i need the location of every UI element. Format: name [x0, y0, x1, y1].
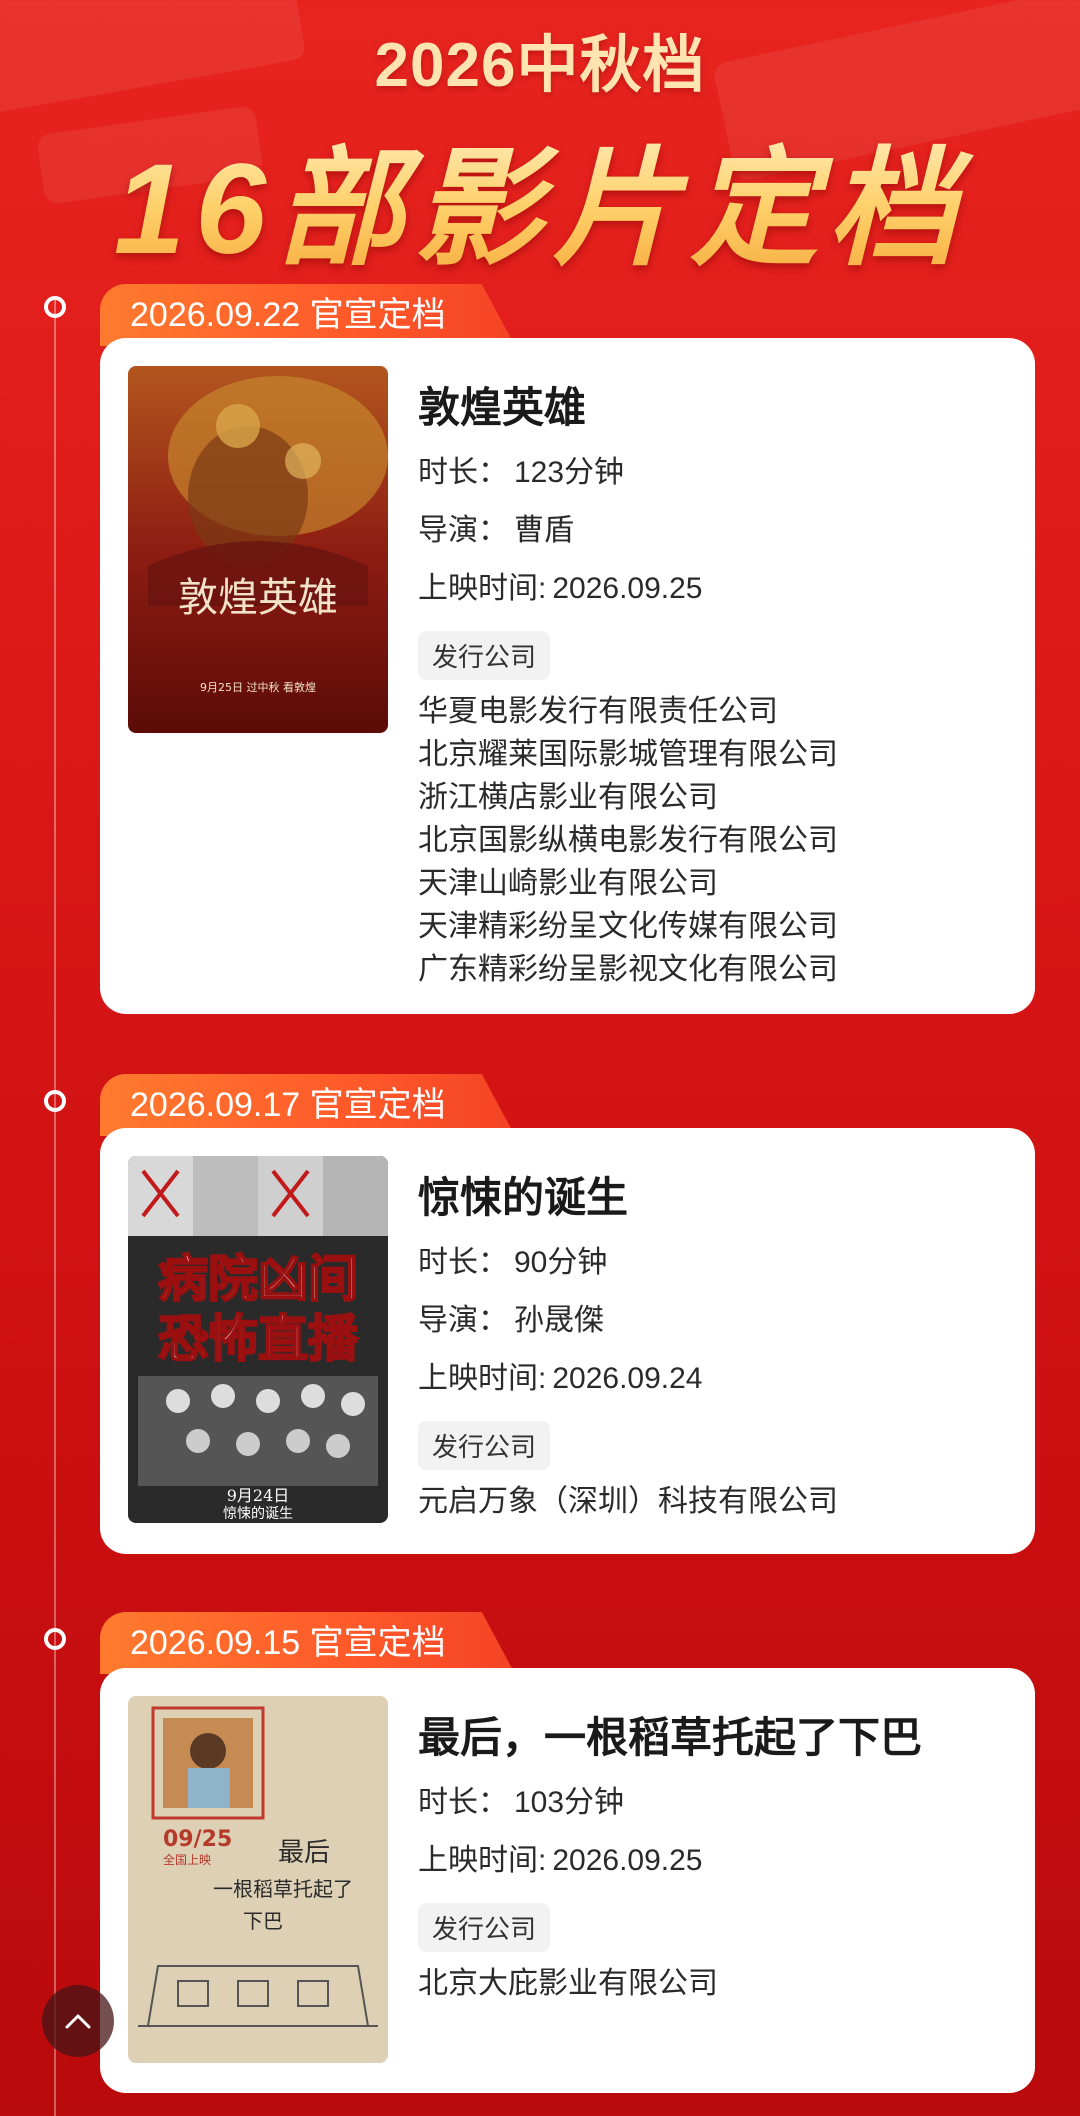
poster-title-text: 下巴 — [243, 1909, 283, 1933]
release-label: 上映时间: — [418, 1362, 547, 1395]
film-release: 2026.09.25 — [552, 572, 703, 605]
poster-image: 09/25 全国上映 最后 一根稻草托起了 下巴 — [128, 1696, 388, 2063]
film-release-row: 上映时间: 2026.09.25 — [418, 569, 1015, 609]
page-header: 2026中秋档 16部影片定档 — [0, 0, 1080, 281]
duration-label: 时长： — [418, 1246, 508, 1279]
film-release-row: 上映时间: 2026.09.24 — [418, 1359, 1015, 1399]
poster-caption-text: 惊悚的诞生 — [223, 1506, 293, 1522]
company-item: 天津精彩纷呈文化传媒有限公司 — [418, 910, 838, 943]
timeline-dot — [44, 296, 66, 318]
duration-label: 时长： — [418, 456, 508, 489]
company-item: 广东精彩纷呈影视文化有限公司 — [418, 953, 838, 986]
film-info: 敦煌英雄 时长： 123分钟 导演： 曹盾 上映时间: 2026.09.25 发行公司… — [418, 368, 1015, 991]
poster-image: 敦煌英雄 9月25日 过中秋 看敦煌 — [128, 366, 388, 733]
poster-sub-text: 全国上映 — [163, 1852, 211, 1867]
poster-caption-text: 9月25日 过中秋 看敦煌 — [200, 680, 316, 694]
film-duration-row: 时长： 103分钟 — [418, 1783, 1015, 1823]
header-year-line: 2026中秋档 — [374, 31, 706, 100]
company-item: 北京耀莱国际影城管理有限公司 — [418, 738, 838, 771]
film-title: 最后，一根稻草托起了下巴 — [418, 1714, 923, 1761]
film-release: 2026.09.24 — [552, 1362, 703, 1395]
company-item: 华夏电影发行有限责任公司 — [418, 695, 778, 728]
film-poster[interactable]: 病院凶间 恐怖直播 9月24日 惊悚的诞生 — [128, 1156, 388, 1523]
duration-label: 时长： — [418, 1786, 508, 1819]
film-duration-row: 时长： 123分钟 — [418, 453, 1015, 493]
timeline-dot — [44, 1090, 66, 1112]
poster-title-text: 一根稻草托起了 — [213, 1877, 353, 1901]
chevron-up-icon — [65, 2014, 91, 2029]
company-list: 华夏电影发行有限责任公司 北京耀莱国际影城管理有限公司 浙江横店影业有限公司 北… — [418, 690, 1015, 991]
film-duration-row: 时长： 90分钟 — [418, 1243, 1015, 1283]
release-label: 上映时间: — [418, 1844, 547, 1877]
timeline-dot — [44, 1628, 66, 1650]
distributor-pill: 发行公司 — [418, 1421, 551, 1470]
film-card[interactable]: 病院凶间 恐怖直播 9月24日 惊悚的诞生 惊悚的诞生 时长： 90分钟 导演：孙… — [100, 1128, 1035, 1554]
film-info: 最后，一根稻草托起了下巴 时长： 103分钟 上映时间: 2026.09.25 发行… — [418, 1698, 1015, 2005]
film-release-row: 上映时间: 2026.09.25 — [418, 1841, 1015, 1881]
film-card[interactable]: 09/25 全国上映 最后 一根稻草托起了 下巴 最后，一根稻草托起了下巴 时长… — [100, 1668, 1035, 2093]
director-label: 导演： — [418, 1304, 508, 1337]
film-director-row: 导演： 孙晟傑 — [418, 1301, 1015, 1341]
company-item: 天津山崎影业有限公司 — [418, 867, 718, 900]
film-info: 惊悚的诞生 时长： 90分钟 导演： 孙晟傑 上映时间: 2026.09.24 发行公… — [418, 1158, 1015, 1523]
release-label: 上映时间: — [418, 572, 547, 605]
film-poster[interactable]: 09/25 全国上映 最后 一根稻草托起了 下巴 — [128, 1696, 388, 2063]
film-director: 孙晟傑 — [514, 1304, 604, 1337]
film-title: 惊悚的诞生 — [418, 1174, 629, 1221]
film-title: 敦煌英雄 — [418, 384, 587, 431]
page-title: 16部影片定档 — [0, 105, 1080, 290]
poster-image: 病院凶间 恐怖直播 9月24日 惊悚的诞生 — [128, 1156, 388, 1523]
company-list: 北京大庇影业有限公司 — [418, 1962, 1015, 2005]
film-director-row: 导演： 曹盾 — [418, 511, 1015, 551]
film-poster[interactable]: 敦煌英雄 9月25日 过中秋 看敦煌 — [128, 366, 388, 733]
date-tag: 2026.09.17 官宣定档 — [100, 1074, 515, 1136]
director-label: 导演： — [418, 514, 508, 547]
date-tag: 2026.09.22 官宣定档 — [100, 284, 515, 346]
scroll-to-top-button[interactable] — [42, 1985, 114, 2057]
company-item: 北京国影纵横电影发行有限公司 — [418, 824, 838, 857]
poster-title-text: 敦煌英雄 — [178, 575, 338, 621]
company-item: 北京大庇影业有限公司 — [418, 1967, 718, 2000]
poster-title-text: 最后 — [278, 1838, 330, 1868]
company-item: 元启万象（深圳）科技有限公司 — [418, 1485, 838, 1518]
date-tag: 2026.09.15 官宣定档 — [100, 1612, 515, 1674]
film-duration: 103分钟 — [514, 1786, 625, 1819]
distributor-pill: 发行公司 — [418, 1903, 551, 1952]
poster-title-text: 病院凶间 — [158, 1250, 358, 1308]
company-item: 浙江横店影业有限公司 — [418, 781, 718, 814]
distributor-pill: 发行公司 — [418, 631, 551, 680]
film-card[interactable]: 敦煌英雄 9月25日 过中秋 看敦煌 敦煌英雄 时长： 123分钟 导演： 曹盾 上… — [100, 338, 1035, 1014]
poster-date-text: 09/25 — [163, 1827, 232, 1852]
film-duration: 123分钟 — [514, 456, 625, 489]
timeline-line — [54, 300, 56, 2116]
film-director: 曹盾 — [514, 514, 574, 547]
film-release: 2026.09.25 — [552, 1844, 703, 1877]
poster-title-text: 恐怖直播 — [158, 1310, 359, 1368]
poster-caption-text: 9月24日 — [227, 1486, 290, 1505]
film-duration: 90分钟 — [514, 1246, 608, 1279]
company-list: 元启万象（深圳）科技有限公司 — [418, 1480, 1015, 1523]
